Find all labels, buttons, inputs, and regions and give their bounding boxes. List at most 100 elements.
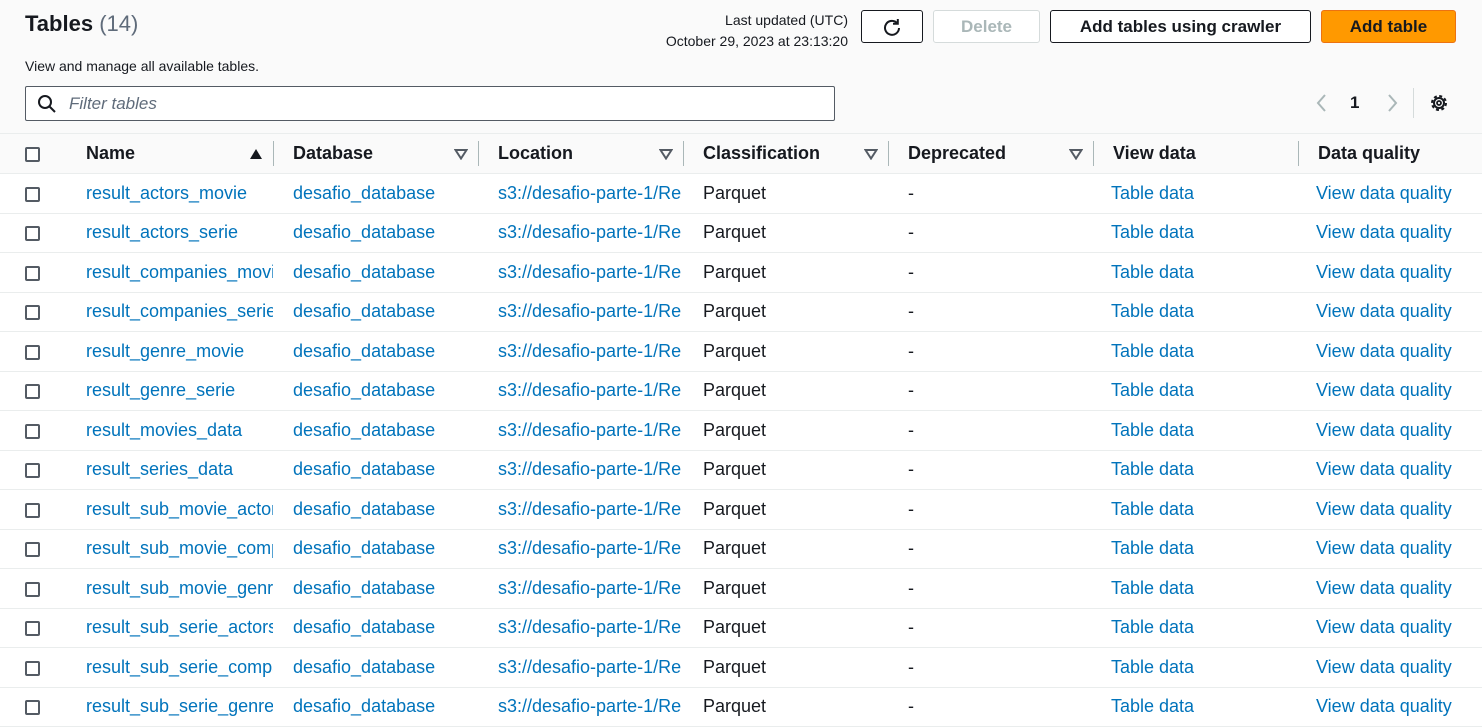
sort-icon[interactable]	[659, 148, 673, 160]
row-checkbox[interactable]	[25, 186, 40, 202]
database-link[interactable]: desafio_database	[293, 617, 478, 638]
row-checkbox[interactable]	[25, 463, 40, 478]
row-checkbox[interactable]	[25, 265, 40, 281]
location-link[interactable]: s3://desafio-parte-1/Re	[498, 696, 683, 717]
view-data-quality-link[interactable]: View data quality	[1316, 459, 1482, 480]
database-link[interactable]: desafio_database	[293, 696, 478, 717]
database-link[interactable]: desafio_database	[293, 538, 478, 559]
location-link[interactable]: s3://desafio-parte-1/Re	[498, 380, 683, 401]
row-checkbox[interactable]	[25, 305, 40, 320]
row-checkbox[interactable]	[25, 581, 40, 597]
location-link[interactable]: s3://desafio-parte-1/Re	[498, 459, 683, 480]
database-link[interactable]: desafio_database	[293, 578, 478, 599]
row-checkbox[interactable]	[25, 226, 40, 241]
table-data-link[interactable]: Table data	[1111, 459, 1298, 480]
view-data-quality-link[interactable]: View data quality	[1316, 696, 1482, 717]
table-name-link[interactable]: result_actors_movie	[86, 183, 273, 204]
location-link[interactable]: s3://desafio-parte-1/Re	[498, 301, 683, 322]
database-link[interactable]: desafio_database	[293, 420, 478, 441]
sort-icon[interactable]	[1069, 148, 1083, 160]
table-name-link[interactable]: result_genre_movie	[86, 341, 273, 362]
database-link[interactable]: desafio_database	[293, 657, 478, 678]
location-link[interactable]: s3://desafio-parte-1/Re	[498, 538, 683, 559]
view-data-quality-link[interactable]: View data quality	[1316, 420, 1482, 441]
row-checkbox[interactable]	[25, 384, 40, 399]
current-page[interactable]: 1	[1350, 93, 1359, 113]
view-data-quality-link[interactable]: View data quality	[1316, 657, 1482, 678]
table-name-link[interactable]: result_sub_serie_genres	[86, 696, 273, 717]
table-data-link[interactable]: Table data	[1111, 578, 1298, 599]
table-data-link[interactable]: Table data	[1111, 696, 1298, 717]
filter-tables-search[interactable]	[25, 86, 835, 121]
chevron-left-icon[interactable]	[1312, 92, 1332, 114]
table-name-link[interactable]: result_series_data	[86, 459, 273, 480]
table-name-link[interactable]: result_movies_data	[86, 420, 273, 441]
table-data-link[interactable]: Table data	[1111, 657, 1298, 678]
view-data-quality-link[interactable]: View data quality	[1316, 222, 1482, 243]
view-data-quality-link[interactable]: View data quality	[1316, 301, 1482, 322]
table-data-link[interactable]: Table data	[1111, 380, 1298, 401]
refresh-button[interactable]	[861, 10, 923, 43]
column-header-name[interactable]: Name	[68, 133, 273, 174]
column-header-database[interactable]: Database	[273, 133, 478, 174]
table-name-link[interactable]: result_actors_serie	[86, 222, 273, 243]
view-data-quality-link[interactable]: View data quality	[1316, 499, 1482, 520]
add-tables-crawler-button[interactable]: Add tables using crawler	[1050, 10, 1311, 43]
settings-gear-icon[interactable]	[1428, 92, 1450, 114]
database-link[interactable]: desafio_database	[293, 262, 478, 283]
database-link[interactable]: desafio_database	[293, 222, 478, 243]
row-checkbox[interactable]	[25, 542, 40, 557]
view-data-quality-link[interactable]: View data quality	[1316, 262, 1482, 283]
row-checkbox[interactable]	[25, 700, 40, 715]
database-link[interactable]: desafio_database	[293, 183, 478, 204]
database-link[interactable]: desafio_database	[293, 499, 478, 520]
table-data-link[interactable]: Table data	[1111, 617, 1298, 638]
location-link[interactable]: s3://desafio-parte-1/Re	[498, 183, 683, 204]
view-data-quality-link[interactable]: View data quality	[1316, 380, 1482, 401]
row-checkbox[interactable]	[25, 344, 40, 360]
table-name-link[interactable]: result_sub_movie_comp	[86, 538, 273, 559]
view-data-quality-link[interactable]: View data quality	[1316, 578, 1482, 599]
table-name-link[interactable]: result_sub_serie_compa	[86, 657, 273, 678]
column-header-location[interactable]: Location	[478, 133, 683, 174]
sort-icon[interactable]	[864, 148, 878, 160]
table-data-link[interactable]: Table data	[1111, 341, 1298, 362]
view-data-quality-link[interactable]: View data quality	[1316, 183, 1482, 204]
location-link[interactable]: s3://desafio-parte-1/Re	[498, 222, 683, 243]
row-checkbox[interactable]	[25, 502, 40, 518]
table-data-link[interactable]: Table data	[1111, 499, 1298, 520]
table-data-link[interactable]: Table data	[1111, 262, 1298, 283]
table-data-link[interactable]: Table data	[1111, 538, 1298, 559]
table-name-link[interactable]: result_sub_movie_actor	[86, 499, 273, 520]
view-data-quality-link[interactable]: View data quality	[1316, 538, 1482, 559]
sort-icon[interactable]	[454, 148, 468, 160]
select-all-checkbox[interactable]	[25, 146, 40, 162]
table-name-link[interactable]: result_genre_serie	[86, 380, 273, 401]
row-checkbox[interactable]	[25, 660, 40, 676]
table-name-link[interactable]: result_companies_movi	[86, 262, 273, 283]
chevron-right-icon[interactable]	[1382, 92, 1402, 114]
table-data-link[interactable]: Table data	[1111, 301, 1298, 322]
row-checkbox[interactable]	[25, 621, 40, 636]
table-data-link[interactable]: Table data	[1111, 183, 1298, 204]
table-name-link[interactable]: result_companies_serie	[86, 301, 273, 322]
location-link[interactable]: s3://desafio-parte-1/Re	[498, 262, 683, 283]
table-name-link[interactable]: result_sub_serie_actors	[86, 617, 273, 638]
view-data-quality-link[interactable]: View data quality	[1316, 341, 1482, 362]
location-link[interactable]: s3://desafio-parte-1/Re	[498, 578, 683, 599]
database-link[interactable]: desafio_database	[293, 459, 478, 480]
location-link[interactable]: s3://desafio-parte-1/Re	[498, 341, 683, 362]
database-link[interactable]: desafio_database	[293, 341, 478, 362]
database-link[interactable]: desafio_database	[293, 301, 478, 322]
location-link[interactable]: s3://desafio-parte-1/Re	[498, 657, 683, 678]
column-header-deprecated[interactable]: Deprecated	[888, 133, 1093, 174]
database-link[interactable]: desafio_database	[293, 380, 478, 401]
delete-button[interactable]: Delete	[933, 10, 1040, 43]
view-data-quality-link[interactable]: View data quality	[1316, 617, 1482, 638]
table-name-link[interactable]: result_sub_movie_genr	[86, 578, 273, 599]
location-link[interactable]: s3://desafio-parte-1/Re	[498, 420, 683, 441]
table-data-link[interactable]: Table data	[1111, 420, 1298, 441]
add-table-button[interactable]: Add table	[1321, 10, 1456, 43]
sort-ascending-icon[interactable]	[249, 148, 263, 160]
search-input[interactable]	[67, 92, 811, 115]
